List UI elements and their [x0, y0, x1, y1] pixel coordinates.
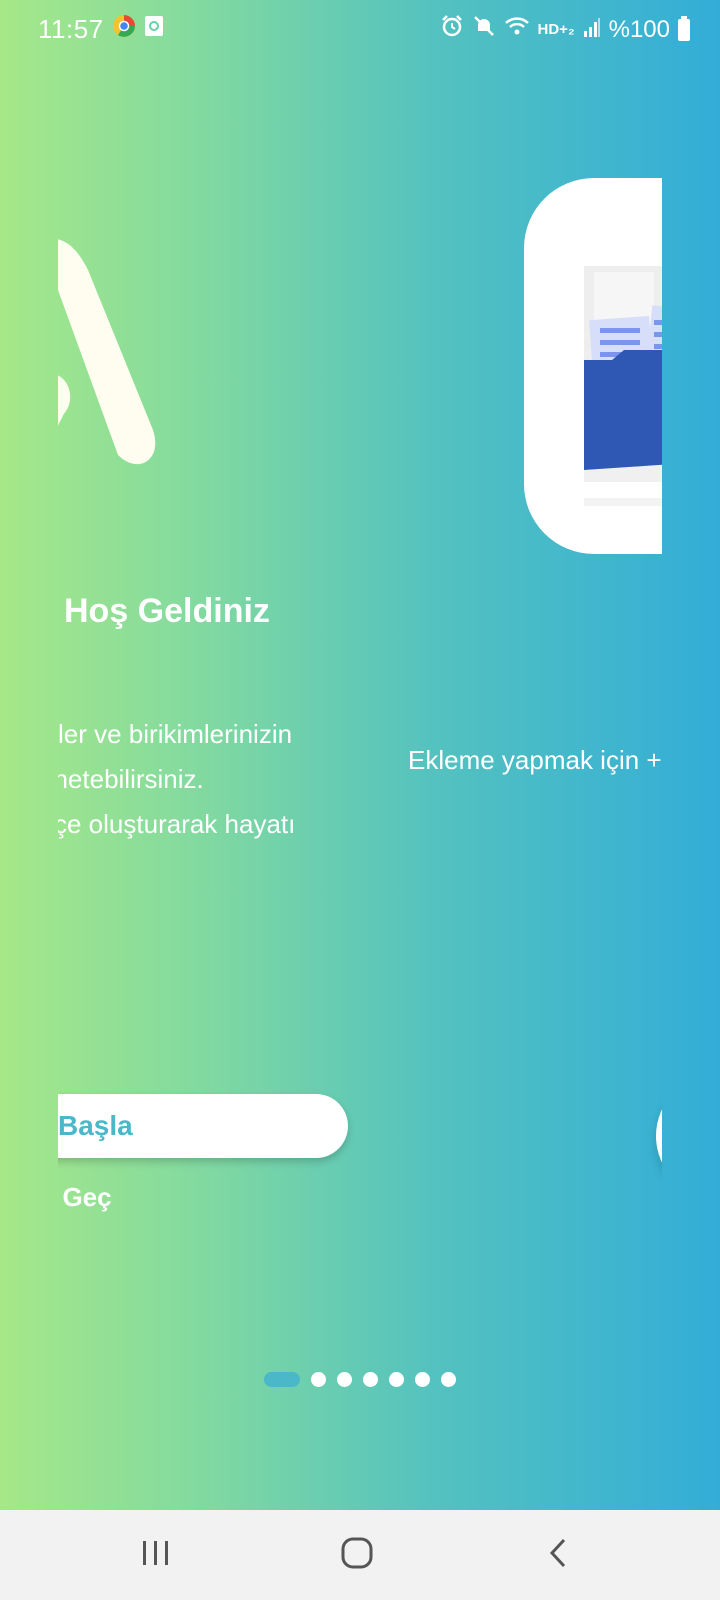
skip-link[interactable]: ı Geç: [58, 1182, 112, 1213]
home-button[interactable]: [327, 1528, 387, 1578]
onboarding-screen: 11:57 HD+₂ %100 Hoş Geldiniz ler ve biri…: [0, 0, 720, 1510]
onboarding-pager[interactable]: Hoş Geldiniz ler ve birikimlerinizin yön…: [58, 0, 662, 1510]
description-line: yönetebilirsiniz.: [58, 764, 204, 794]
page-dot[interactable]: [441, 1372, 456, 1387]
description-line: ler ve birikimlerinizin: [58, 719, 293, 749]
description-line: çe oluşturarak hayatı: [58, 809, 296, 839]
app-logo-icon: [58, 239, 156, 465]
recent-apps-icon: [143, 1541, 168, 1565]
page-dot[interactable]: [389, 1372, 404, 1387]
slide-description: ler ve birikimlerinizin yönetebilirsiniz…: [58, 712, 295, 847]
page-indicator: [264, 1372, 456, 1387]
start-button-label: Başla: [58, 1110, 133, 1141]
folder-documents-icon: [584, 266, 662, 506]
system-navigation-bar: [0, 1510, 720, 1600]
slide-description: Ekleme yapmak için + bu: [408, 745, 662, 775]
home-icon: [341, 1537, 373, 1569]
recent-apps-button[interactable]: [126, 1528, 186, 1578]
start-button[interactable]: Başla: [58, 1094, 348, 1158]
page-dot[interactable]: [311, 1372, 326, 1387]
back-icon: [549, 1538, 566, 1568]
page-dot[interactable]: [337, 1372, 352, 1387]
back-button[interactable]: [528, 1528, 588, 1578]
slide-title: Hoş Geldiniz: [64, 592, 270, 630]
page-dot[interactable]: [415, 1372, 430, 1387]
page-dot-active[interactable]: [264, 1372, 300, 1387]
decorative-curve: [588, 900, 662, 1100]
folder-illustration-card: [524, 178, 662, 554]
battery-icon: [678, 15, 690, 41]
page-dot[interactable]: [363, 1372, 378, 1387]
add-entry-slide: Ek Ekleme yapmak için + bu: [408, 0, 662, 1510]
